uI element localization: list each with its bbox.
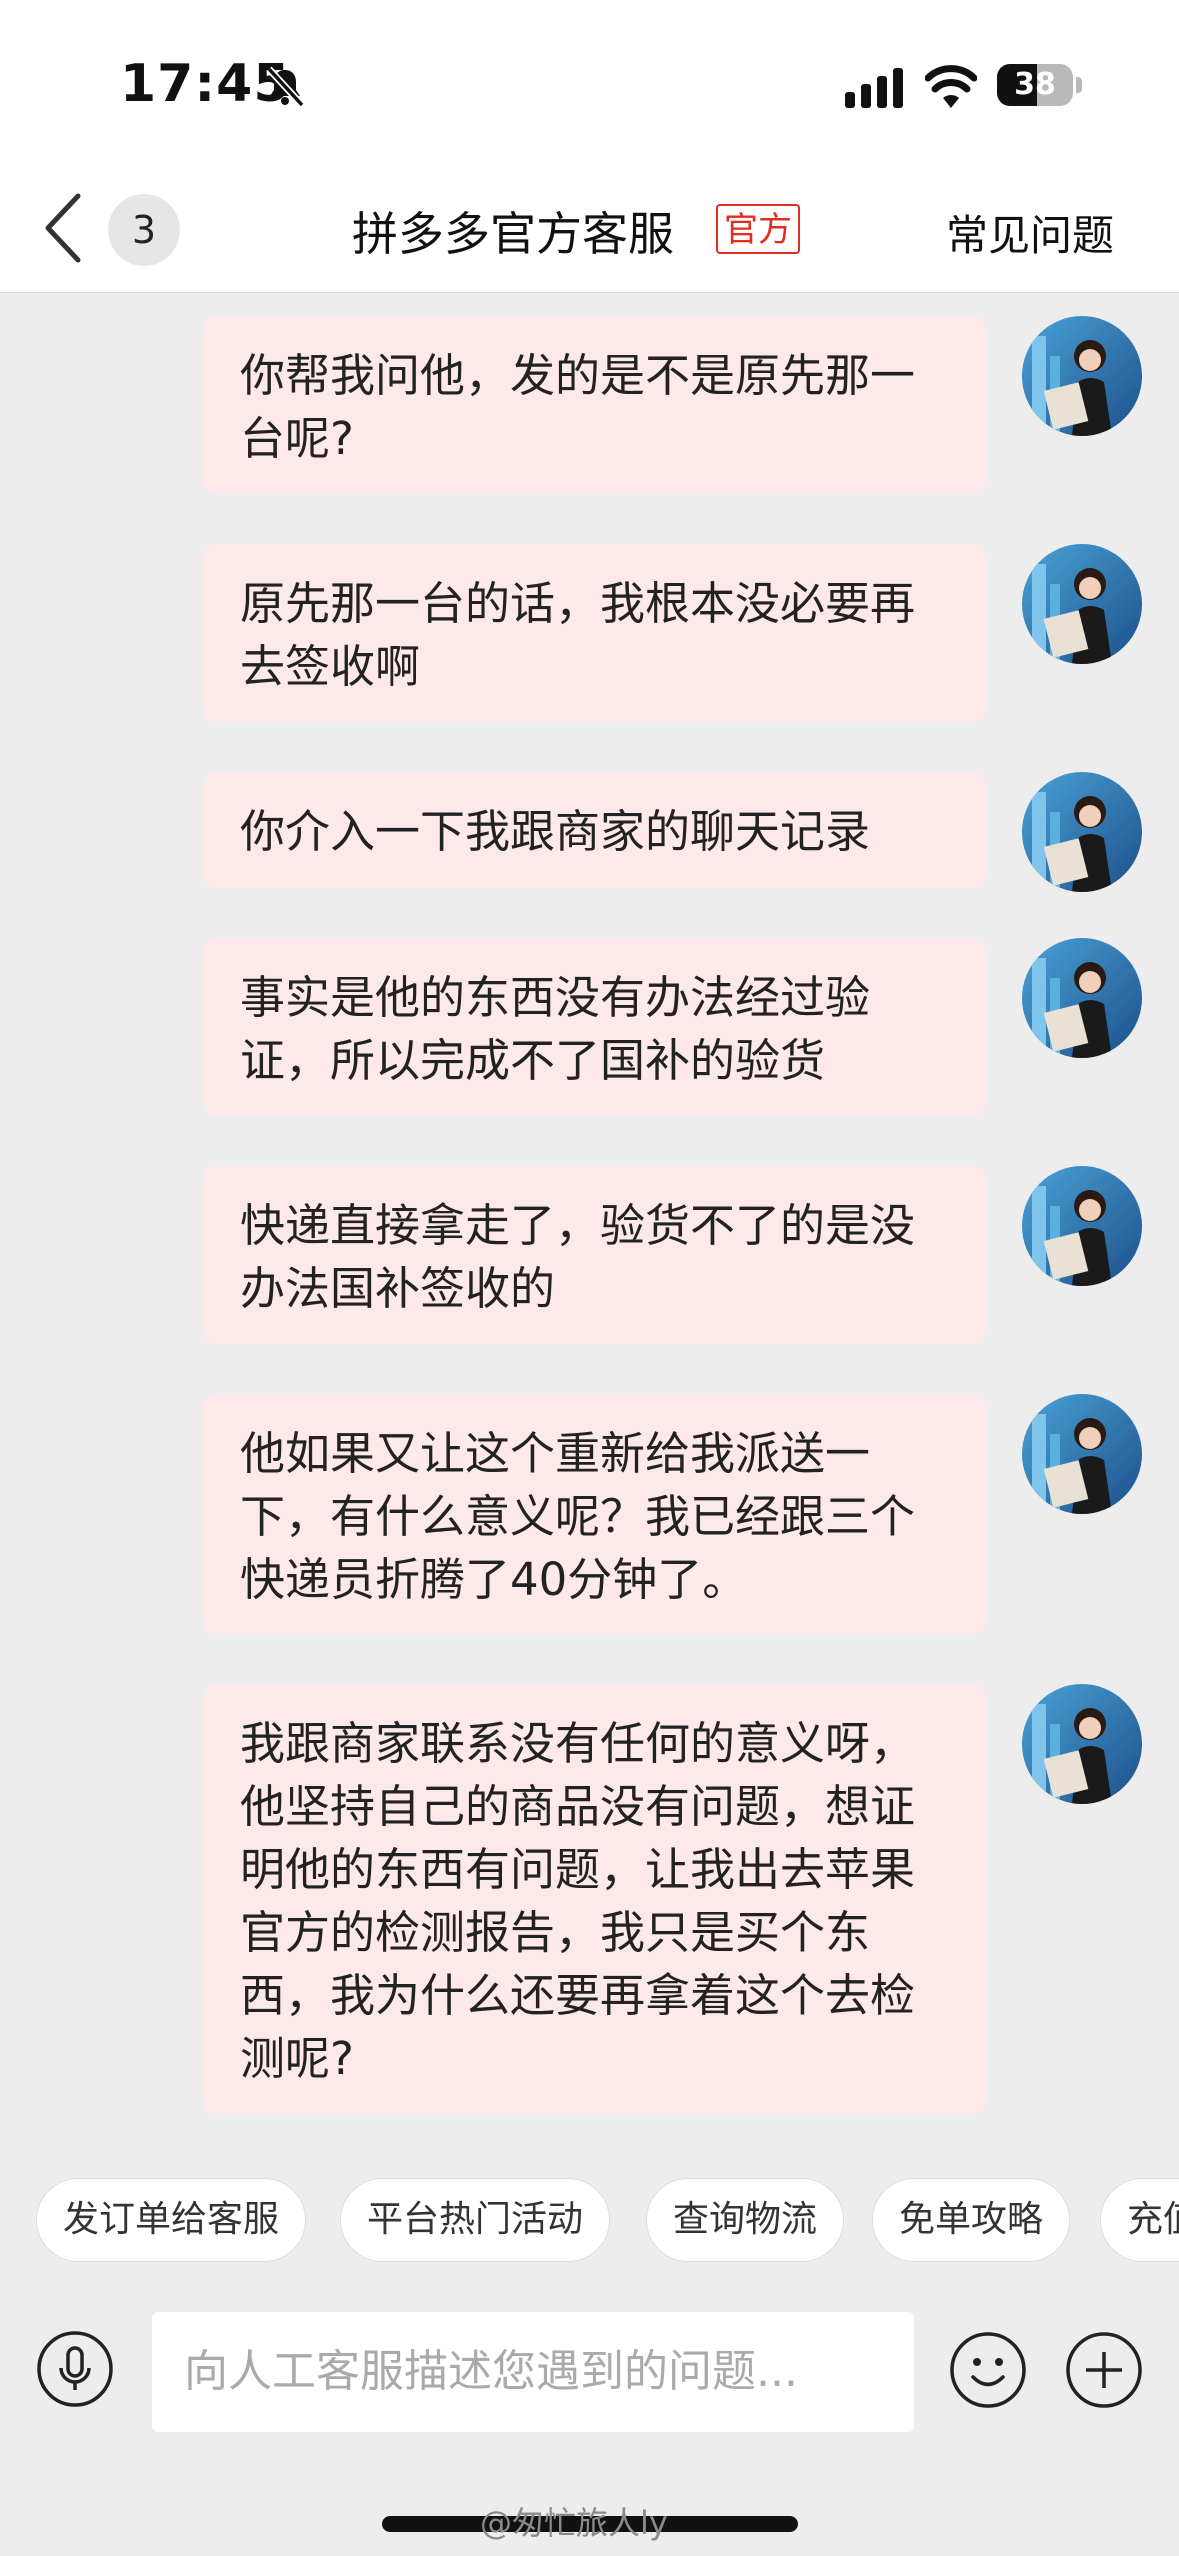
faq-link[interactable]: 常见问题 (946, 202, 1114, 263)
battery-icon: 38 (997, 64, 1073, 106)
chat-message[interactable]: 你介入一下我跟商家的聊天记录 (202, 772, 986, 888)
microphone-icon[interactable] (36, 2330, 114, 2408)
user-avatar[interactable] (1022, 938, 1142, 1058)
emoji-icon[interactable] (948, 2330, 1028, 2410)
user-avatar[interactable] (1022, 544, 1142, 664)
official-tag: 官方 (716, 204, 800, 254)
chat-header: 3 拼多多官方客服 官方 常见问题 (0, 170, 1179, 293)
quick-action-free-order-guide[interactable]: 免单攻略 (872, 2178, 1071, 2262)
quick-action-hot-events[interactable]: 平台热门活动 (340, 2178, 611, 2262)
cellular-signal-icon (845, 68, 903, 108)
watermark: @匆忙旅人ly (480, 2504, 668, 2542)
user-avatar[interactable] (1022, 1684, 1142, 1804)
status-bar: 17:45 38 (0, 0, 1179, 170)
chat-message[interactable]: 他如果又让这个重新给我派送一下，有什么意义呢？我已经跟三个快递员折腾了40分钟了… (202, 1394, 986, 1634)
chat-message[interactable]: 事实是他的东西没有办法经过验证，所以完成不了国补的验货 (202, 938, 986, 1116)
bell-muted-icon (266, 66, 305, 108)
chat-message[interactable]: 原先那一台的话，我根本没必要再去签收啊 (202, 544, 986, 722)
quick-action-track-shipping[interactable]: 查询物流 (646, 2178, 845, 2262)
chat-message[interactable]: 快递直接拿走了，验货不了的是没办法国补签收的 (202, 1166, 986, 1344)
user-avatar[interactable] (1022, 316, 1142, 436)
quick-actions-bar: 发订单给客服 平台热门活动 查询物流 免单攻略 充值 (0, 2160, 1179, 2290)
chat-title: 拼多多官方客服 (352, 207, 674, 261)
quick-action-send-order[interactable]: 发订单给客服 (36, 2178, 307, 2262)
chat-message[interactable]: 你帮我问他，发的是不是原先那一台呢? (202, 316, 986, 494)
quick-action-recharge[interactable]: 充值 (1100, 2178, 1179, 2262)
user-avatar[interactable] (1022, 1166, 1142, 1286)
unread-count-badge[interactable]: 3 (108, 194, 180, 266)
chat-message[interactable]: 我跟商家联系没有任何的意义呀，他坚持自己的商品没有问题，想证明他的东西有问题，让… (202, 1684, 986, 2114)
user-avatar[interactable] (1022, 772, 1142, 892)
plus-icon[interactable] (1064, 2330, 1144, 2410)
user-avatar[interactable] (1022, 1394, 1142, 1514)
battery-tip (1076, 77, 1082, 93)
wifi-icon (925, 65, 977, 108)
back-chevron-icon[interactable] (40, 190, 88, 266)
battery-percent: 38 (1014, 67, 1056, 102)
message-input[interactable]: 向人工客服描述您遇到的问题... (152, 2312, 914, 2432)
